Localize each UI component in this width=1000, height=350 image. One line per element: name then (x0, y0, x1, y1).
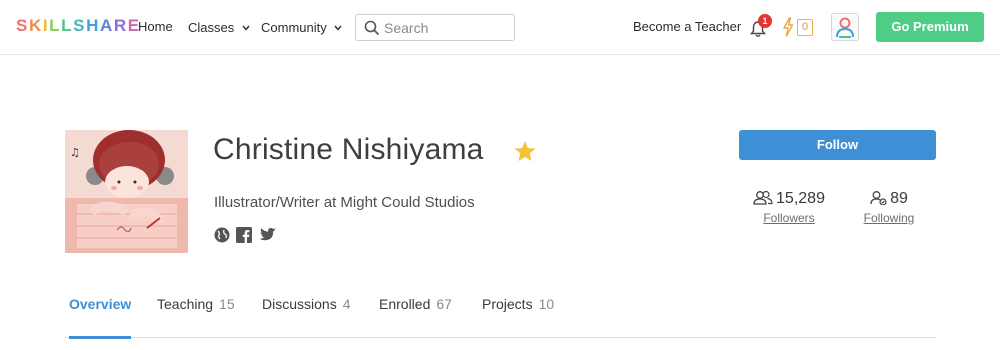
svg-text:♫: ♫ (70, 146, 80, 159)
user-menu-avatar[interactable] (831, 13, 859, 41)
following-icon (870, 191, 887, 206)
nav-community-label: Community (261, 20, 327, 35)
logo-letter: R (113, 16, 128, 35)
logo-letter: S (16, 16, 29, 35)
skillshare-logo[interactable]: SKILLSHARE (16, 16, 141, 36)
following-count: 89 (890, 190, 908, 207)
tab-count: 15 (219, 296, 235, 312)
followers-stat: 15,289 Followers (752, 190, 826, 225)
followers-link[interactable]: Followers (752, 211, 826, 225)
nav-home-link[interactable]: Home (138, 19, 173, 34)
tab-discussions[interactable]: Discussions 4 (262, 296, 351, 338)
become-teacher-label: Become a Teacher (633, 19, 742, 34)
following-stat: 89 Following (861, 190, 917, 225)
tab-label: Teaching (157, 296, 214, 312)
top-navigation-bar: SKILLSHARE Home Classes Community Become… (0, 0, 1000, 55)
search-input[interactable] (384, 18, 510, 37)
tab-enrolled[interactable]: Enrolled 67 (379, 296, 452, 338)
followers-count: 15,289 (776, 190, 825, 207)
follow-label: Follow (816, 137, 859, 152)
tab-overview[interactable]: Overview (69, 296, 132, 339)
tab-count: 4 (342, 296, 351, 312)
tab-label: Projects (482, 296, 533, 312)
logo-letter: L (49, 16, 62, 35)
logo-letter: K (28, 16, 43, 35)
tab-teaching[interactable]: Teaching 15 (157, 296, 235, 338)
notification-count-badge: 1 (758, 14, 772, 28)
star-icon (514, 141, 536, 161)
followers-count-row: 15,289 (752, 190, 826, 208)
go-premium-button[interactable]: Go Premium (876, 12, 984, 42)
globe-icon[interactable] (214, 227, 230, 243)
tab-label: Overview (69, 296, 132, 312)
follow-button[interactable]: Follow (739, 130, 936, 160)
tab-count: 10 (538, 296, 555, 312)
tab-count: 67 (436, 296, 452, 312)
search-icon (364, 20, 380, 36)
points-count: 0 (797, 19, 813, 36)
nav-community-dropdown[interactable]: Community (261, 19, 342, 35)
nav-home-label: Home (138, 19, 173, 34)
facebook-icon[interactable] (236, 227, 252, 243)
profile-name: Christine Nishiyama (213, 133, 484, 166)
followers-icon (753, 190, 773, 205)
become-teacher-link[interactable]: Become a Teacher (633, 19, 741, 34)
profile-tabs: Overview Teaching 15 Discussions 4 Enrolle… (65, 290, 936, 339)
search-box[interactable] (355, 14, 515, 41)
lightning-icon (783, 17, 794, 37)
logo-letter: H (86, 16, 100, 35)
following-link[interactable]: Following (861, 211, 917, 225)
chevron-down-icon (242, 19, 250, 34)
nav-classes-label: Classes (188, 20, 235, 35)
nav-classes-dropdown[interactable]: Classes (188, 19, 250, 35)
tab-label: Enrolled (379, 296, 431, 312)
logo-letter: A (99, 16, 114, 35)
notifications-button[interactable]: 1 (750, 14, 772, 39)
go-premium-label: Go Premium (891, 19, 969, 34)
profile-avatar: ♫ (65, 130, 188, 253)
twitter-icon[interactable] (259, 227, 277, 243)
profile-headline: Illustrator/Writer at Might Could Studio… (214, 194, 475, 211)
tab-projects[interactable]: Projects 10 (482, 296, 554, 338)
user-icon (836, 17, 854, 38)
chevron-down-icon (334, 19, 342, 34)
following-count-row: 89 (861, 190, 917, 208)
logo-letter: S (73, 16, 87, 35)
logo-letter: L (61, 16, 74, 35)
tab-label: Discussions (262, 296, 337, 312)
